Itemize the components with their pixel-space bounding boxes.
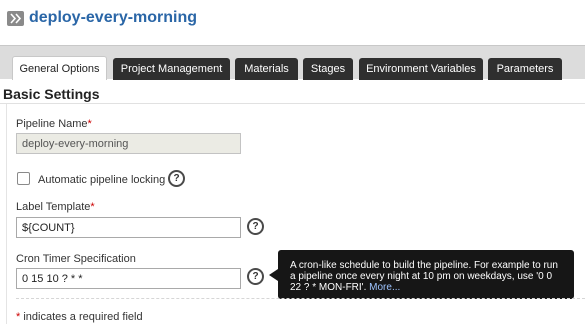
tab-materials[interactable]: Materials [235,58,298,80]
pipeline-name-label-text: Pipeline Name [16,118,88,130]
divider [16,298,585,299]
label-template-label: Label Template* [16,201,95,213]
cron-timer-input[interactable] [16,268,241,289]
tab-stages[interactable]: Stages [303,58,353,80]
tooltip-text: A cron-like schedule to build the pipeli… [290,260,558,293]
section-heading: Basic Settings [3,86,100,102]
required-mark: * [87,118,92,130]
label-template-help-icon[interactable]: ? [247,218,264,235]
pipeline-locking-label[interactable]: Automatic pipeline locking [38,174,165,186]
cron-timer-label: Cron Timer Specification [16,253,136,265]
label-template-label-text: Label Template [16,201,91,213]
tooltip-more-link[interactable]: More... [369,282,400,293]
cron-help-tooltip: A cron-like schedule to build the pipeli… [278,250,574,299]
label-template-input[interactable] [16,217,241,238]
tab-parameters[interactable]: Parameters [488,58,562,80]
pipeline-name-label: Pipeline Name* [16,118,92,130]
title-bar: deploy-every-morning [0,0,585,36]
tab-general-options[interactable]: General Options [12,56,107,80]
page-title: deploy-every-morning [29,9,198,26]
cron-timer-help-icon[interactable]: ? [247,268,264,285]
required-field-note-text: indicates a required field [20,311,143,323]
required-field-note: * indicates a required field [16,311,143,323]
tab-project-management[interactable]: Project Management [113,58,230,80]
tab-strip: General Options Project Management Mater… [0,45,585,80]
tab-environment-variables[interactable]: Environment Variables [359,58,483,80]
required-mark: * [90,201,95,213]
pipeline-locking-checkbox[interactable] [17,172,30,185]
double-chevron-right-icon [7,11,24,26]
pipeline-locking-help-icon[interactable]: ? [168,170,185,187]
tooltip-arrow [269,269,278,281]
pipeline-name-input [16,133,241,154]
